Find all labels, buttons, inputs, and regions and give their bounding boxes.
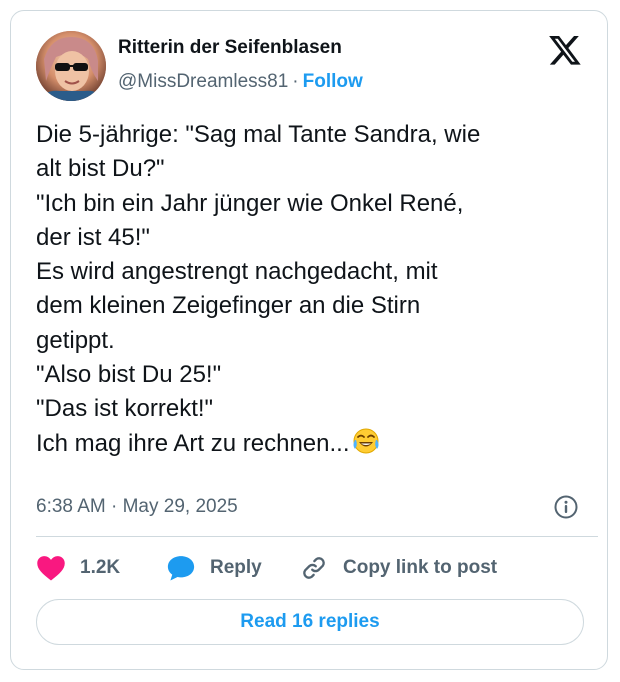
action-bar: 1.2K Reply Copy link to post: [36, 552, 596, 584]
tweet-line-last: Ich mag ihre Art zu rechnen...: [36, 427, 586, 461]
avatar[interactable]: [36, 31, 106, 101]
tweet-line: Die 5-jährige: "Sag mal Tante Sandra, wi…: [36, 121, 481, 148]
author-handle[interactable]: @MissDreamless81: [118, 71, 288, 92]
tweet-line: getippt.: [36, 326, 115, 354]
read-replies-button[interactable]: Read 16 replies: [36, 599, 584, 645]
tweet-line: Ich mag ihre Art zu rechnen...: [36, 429, 350, 457]
speech-bubble-icon: [167, 556, 195, 581]
x-logo-icon[interactable]: [549, 36, 582, 66]
link-icon: [303, 557, 325, 579]
divider: [36, 536, 598, 537]
author-name[interactable]: Ritterin der Seifenblasen: [118, 37, 342, 59]
like-count: 1.2K: [80, 557, 121, 578]
heart-icon: [37, 556, 65, 581]
tears-of-joy-icon: [352, 427, 380, 455]
tweet-line: "Also bist Du 25!": [36, 361, 222, 389]
reply-label: Reply: [210, 557, 262, 578]
info-icon[interactable]: [553, 494, 579, 520]
tweet-line: dem kleinen Zeigefinger an die Stirn: [36, 292, 421, 320]
copy-link-button[interactable]: Copy link to post: [299, 552, 497, 584]
tweet-line: der ist 45!": [36, 223, 150, 251]
copy-link-label: Copy link to post: [343, 557, 498, 578]
handle-row: @MissDreamless81 · Follow: [118, 71, 363, 93]
tweet-timestamp[interactable]: 6:38 AM · May 29, 2025: [36, 496, 238, 518]
reply-button[interactable]: Reply: [166, 552, 262, 584]
tweet-text: Die 5-jährige: "Sag mal Tante Sandra, wi…: [36, 118, 586, 461]
like-button[interactable]: 1.2K: [36, 552, 120, 584]
tweet-line: "Ich bin ein Jahr jünger wie Onkel René,: [36, 189, 464, 217]
tweet-line: Es wird angestrengt nachgedacht, mit: [36, 258, 438, 286]
tweet-line: "Das ist korrekt!": [36, 395, 214, 423]
follow-button[interactable]: Follow: [303, 71, 363, 92]
separator-dot: ·: [292, 71, 299, 92]
tweet-line: alt bist Du?": [36, 155, 165, 183]
